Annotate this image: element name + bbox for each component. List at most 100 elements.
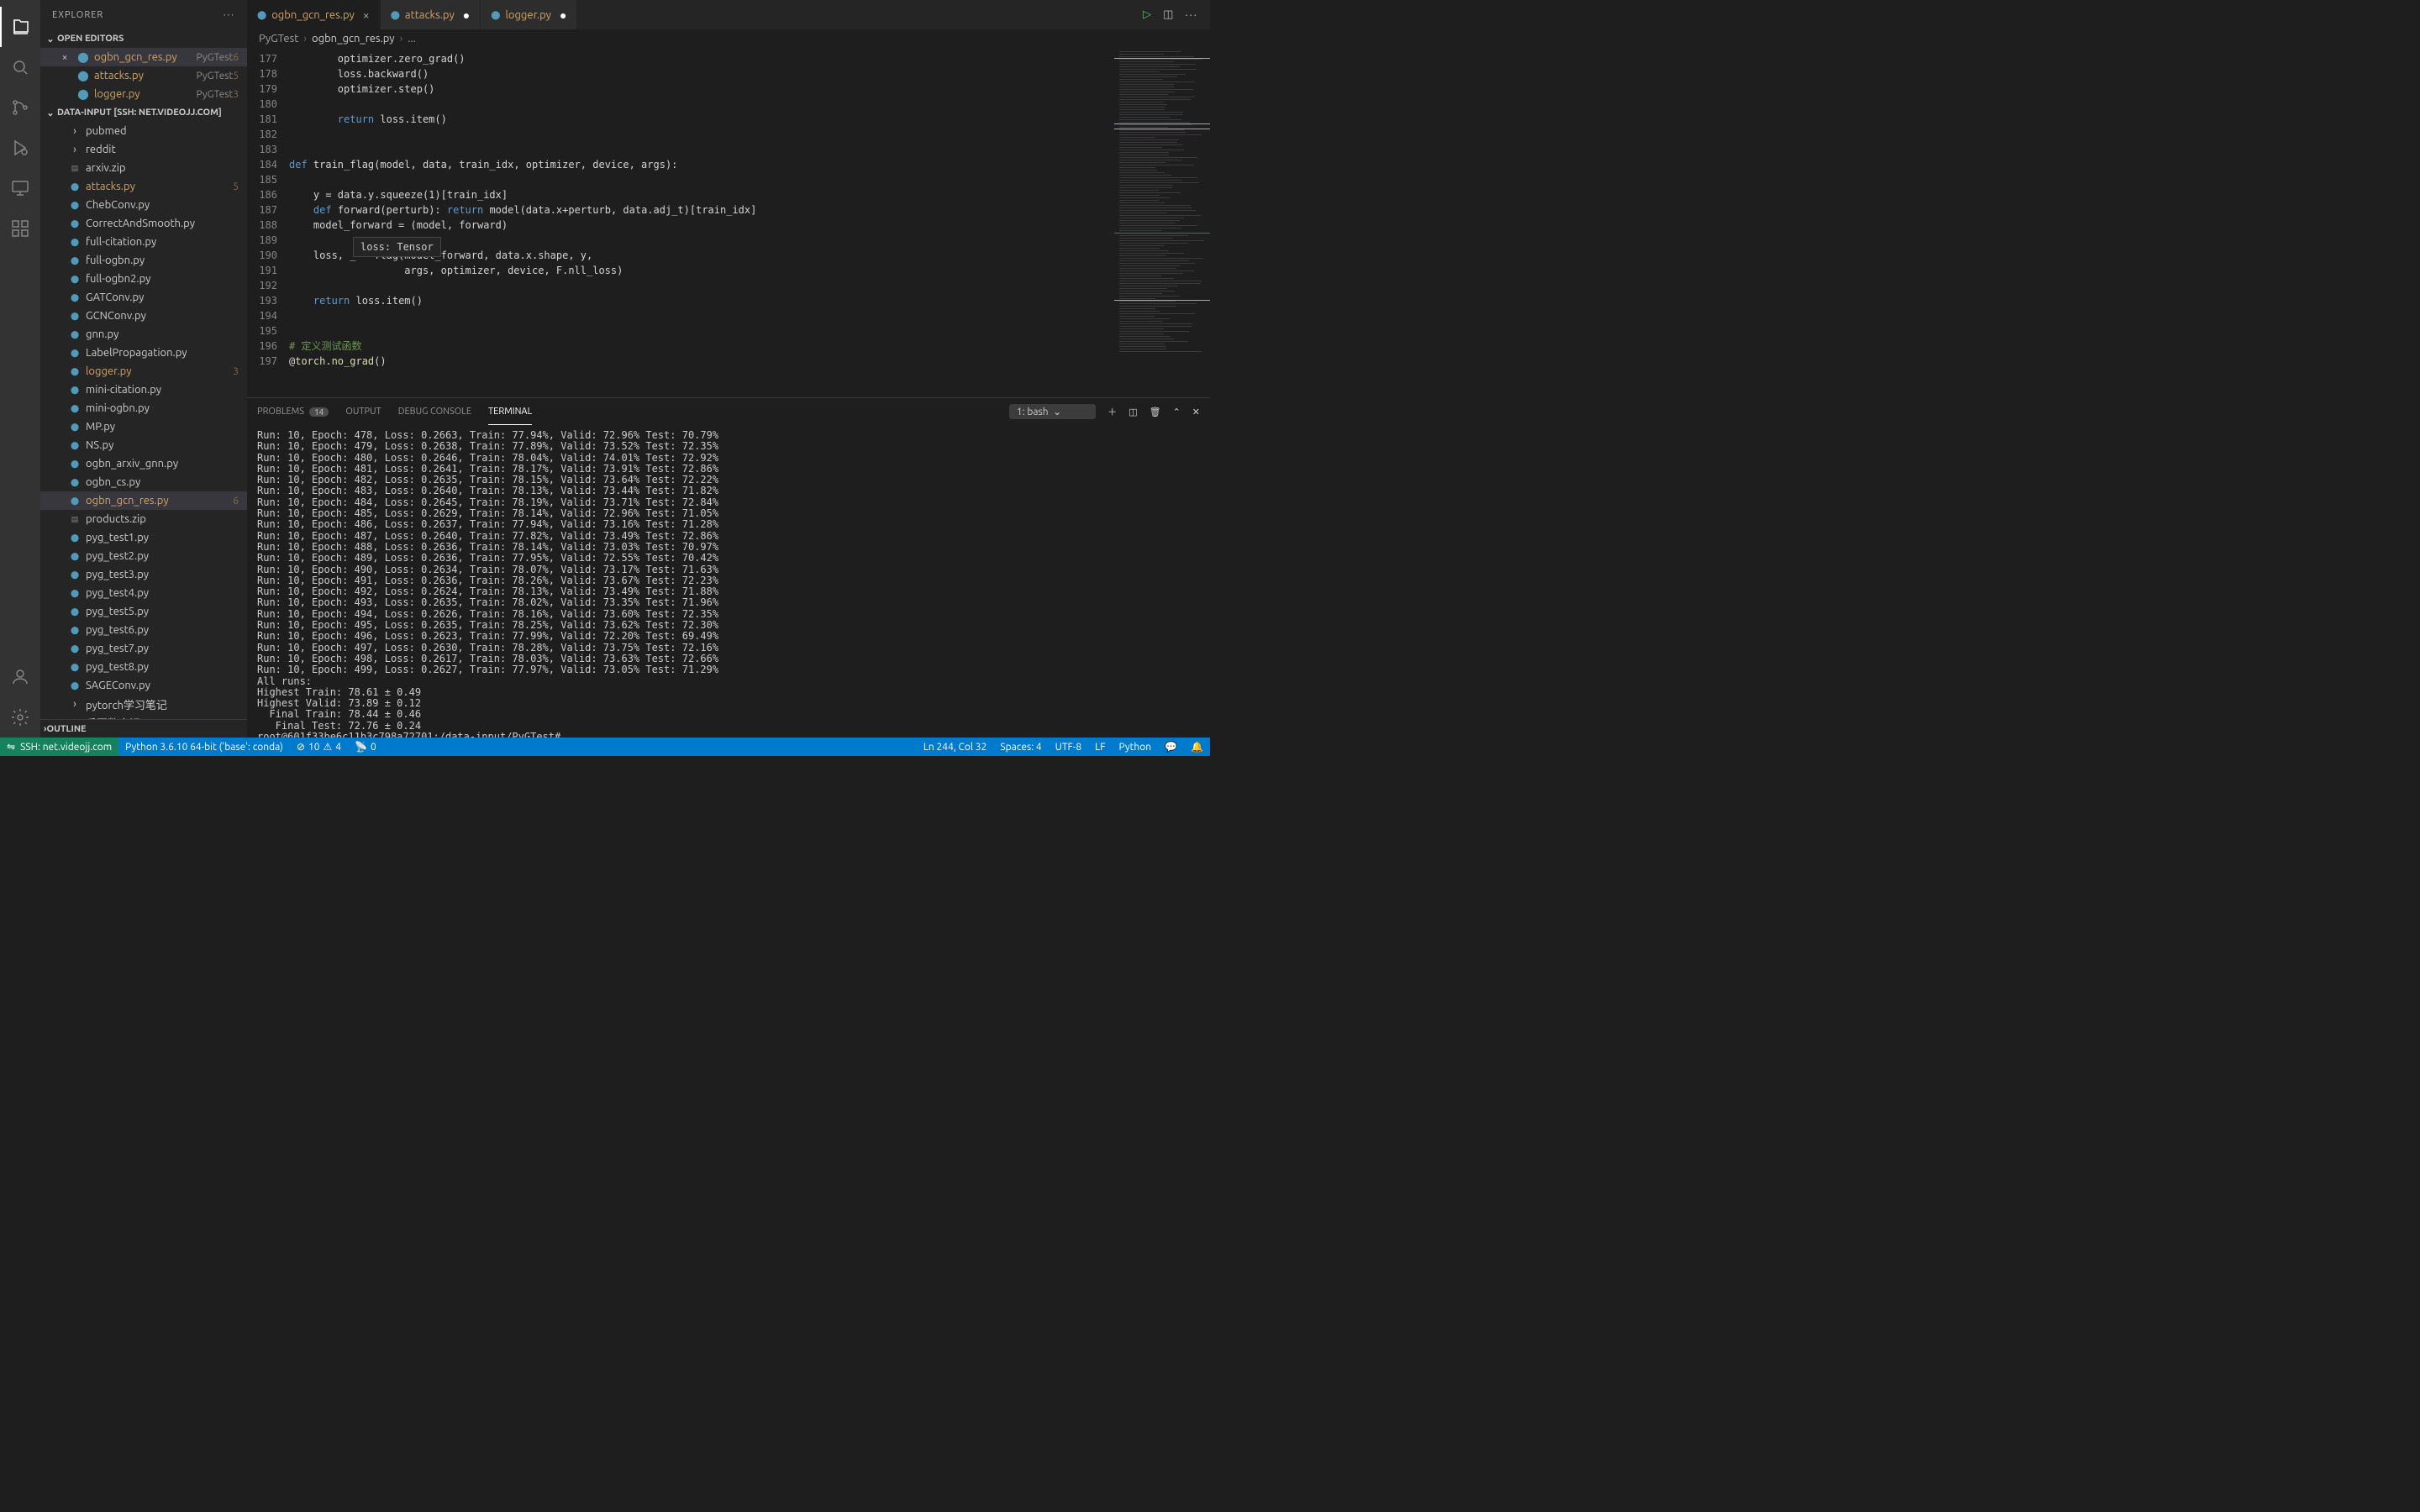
tree-item[interactable]: ⬤MP.py [40,417,247,436]
maximize-panel-icon[interactable]: ⌃ [1173,407,1181,417]
code-editor[interactable]: 177 178 179 180 181 182 183 184 185 186 … [247,48,1114,397]
tree-item[interactable]: › reddit [40,140,247,159]
extensions-icon[interactable] [0,208,40,249]
open-editors-header[interactable]: ⌄OPEN EDITORS [40,29,247,48]
tree-item[interactable]: ⬤GCNConv.py [40,307,247,325]
close-icon[interactable]: × [363,8,370,22]
terminal-selector[interactable]: 1: bash ⌄ [1009,404,1096,419]
tree-item[interactable]: ⬤pyg_test7.py [40,639,247,658]
open-editor-item[interactable]: ⬤attacks.pyPyGTest5 [40,66,247,85]
python-interpreter[interactable]: Python 3.6.10 64-bit ('base': conda) [118,742,290,753]
editor-tab[interactable]: ⬤attacks.py● [381,0,481,29]
tree-item[interactable]: ›手写数字识 [40,713,247,719]
tree-item[interactable]: ⬤pyg_test2.py [40,547,247,565]
tree-item[interactable]: ⬤mini-citation.py [40,381,247,399]
file-name: pyg_test6.py [86,624,239,636]
python-file-icon: ⬤ [76,70,91,81]
tree-item[interactable]: ⬤full-ogbn.py [40,251,247,270]
code-content[interactable]: optimizer.zero_grad() loss.backward() op… [289,48,1114,397]
file-name: ogbn_gcn_res.py [94,51,192,63]
tree-item[interactable]: ⬤full-citation.py [40,233,247,251]
py-icon: ⬤ [67,349,82,358]
problem-badge: 5 [233,71,239,81]
account-icon[interactable] [0,657,40,697]
editor-tab[interactable]: ⬤logger.py● [481,0,577,29]
eol-status[interactable]: LF [1088,742,1112,753]
open-editor-item[interactable]: ⬤logger.pyPyGTest3 [40,85,247,103]
tree-item[interactable]: ⬤ChebConv.py [40,196,247,214]
tree-item[interactable]: ⬤SAGEConv.py [40,676,247,695]
kill-terminal-icon[interactable]: 🗑 [1150,407,1161,417]
tree-item[interactable]: ⬤pyg_test4.py [40,584,247,602]
py-icon: ⬤ [67,478,82,487]
new-terminal-icon[interactable]: ＋ [1107,405,1117,418]
py-icon: ⬤ [67,275,82,284]
settings-gear-icon[interactable] [0,697,40,738]
tree-item[interactable]: ⬤attacks.py5 [40,177,247,196]
outline-header[interactable]: ›OUTLINE [40,719,247,738]
more-icon[interactable]: ··· [224,10,235,20]
language-status[interactable]: Python [1113,742,1159,753]
scm-icon[interactable] [0,87,40,128]
tree-item[interactable]: ⬤GATConv.py [40,288,247,307]
tree-item[interactable]: ⬤pyg_test1.py [40,528,247,547]
cursor-position[interactable]: Ln 244, Col 32 [917,742,994,753]
open-editor-item[interactable]: ×⬤ogbn_gcn_res.pyPyGTest6 [40,48,247,66]
tab-terminal[interactable]: TERMINAL [488,398,532,425]
tree-item[interactable]: ⬤pyg_test6.py [40,621,247,639]
file-name: mini-citation.py [86,384,239,396]
problems-status[interactable]: ⊘10⚠4 [290,741,348,753]
tree-item[interactable]: ⬤pyg_test8.py [40,658,247,676]
run-icon[interactable] [0,128,40,168]
search-icon[interactable] [0,47,40,87]
tree-item[interactable]: ⬤pyg_test3.py [40,565,247,584]
split-editor-icon[interactable]: ◫ [1163,8,1173,21]
breadcrumb[interactable]: PyGTest› ogbn_gcn_res.py› ... [247,29,1210,48]
tree-item[interactable]: ⬤gnn.py [40,325,247,344]
feedback-icon[interactable]: 💬 [1158,741,1184,753]
explorer-icon[interactable] [0,7,40,47]
indent-status[interactable]: Spaces: 4 [993,742,1048,753]
terminal-output[interactable]: Run: 10, Epoch: 478, Loss: 0.2663, Train… [247,425,1210,738]
file-name: reddit [86,144,239,155]
file-name: ogbn_arxiv_gnn.py [86,458,239,470]
tab-debug-console[interactable]: DEBUG CONSOLE [398,398,471,425]
tree-item[interactable]: ⬤LabelPropagation.py [40,344,247,362]
minimap[interactable] [1114,48,1210,397]
tree-item[interactable]: ▤arxiv.zip [40,159,247,177]
editor-tab[interactable]: ⬤ogbn_gcn_res.py× [247,0,381,29]
tab-output[interactable]: OUTPUT [345,398,381,425]
tree-item[interactable]: ▤products.zip [40,510,247,528]
file-name: CorrectAndSmooth.py [86,218,239,229]
workspace-header[interactable]: ⌄DATA-INPUT [SSH: NET.VIDEOJJ.COM] [40,103,247,122]
remote-indicator[interactable]: ⇋SSH: net.videojj.com [0,738,118,756]
tree-item[interactable]: ⬤ogbn_cs.py [40,473,247,491]
tree-item[interactable]: ⬤logger.py3 [40,362,247,381]
tab-problems[interactable]: PROBLEMS14 [257,398,329,425]
file-desc: PyGTest [197,52,234,63]
tree-item[interactable]: ›pytorch学习笔记 [40,695,247,713]
close-panel-icon[interactable]: ✕ [1192,407,1200,417]
tree-item[interactable]: ⬤pyg_test5.py [40,602,247,621]
encoding-status[interactable]: UTF-8 [1049,742,1088,753]
folder-icon: › [67,144,82,155]
more-actions-icon[interactable]: ··· [1185,9,1198,21]
remote-icon[interactable] [0,168,40,208]
run-file-icon[interactable]: ▷ [1143,8,1151,21]
tree-item[interactable]: ⬤CorrectAndSmooth.py [40,214,247,233]
tree-item[interactable]: ⬤NS.py [40,436,247,454]
tree-item[interactable]: ›pubmed [40,122,247,140]
close-icon[interactable]: × [57,52,72,63]
tree-item[interactable]: ⬤ogbn_arxiv_gnn.py [40,454,247,473]
ports-status[interactable]: 📡0 [348,741,383,753]
tree-item[interactable]: ⬤mini-ogbn.py [40,399,247,417]
file-name: NS.py [86,439,239,451]
tree-item[interactable]: ⬤full-ogbn2.py [40,270,247,288]
py-icon: ⬤ [67,330,82,339]
split-terminal-icon[interactable]: ◫ [1128,407,1137,417]
zip-icon: ▤ [67,515,82,524]
tree-item[interactable]: ⬤ogbn_gcn_res.py6 [40,491,247,510]
py-icon: ⬤ [67,570,82,580]
problems-count: 14 [309,407,329,417]
notifications-icon[interactable]: 🔔 [1184,741,1210,753]
